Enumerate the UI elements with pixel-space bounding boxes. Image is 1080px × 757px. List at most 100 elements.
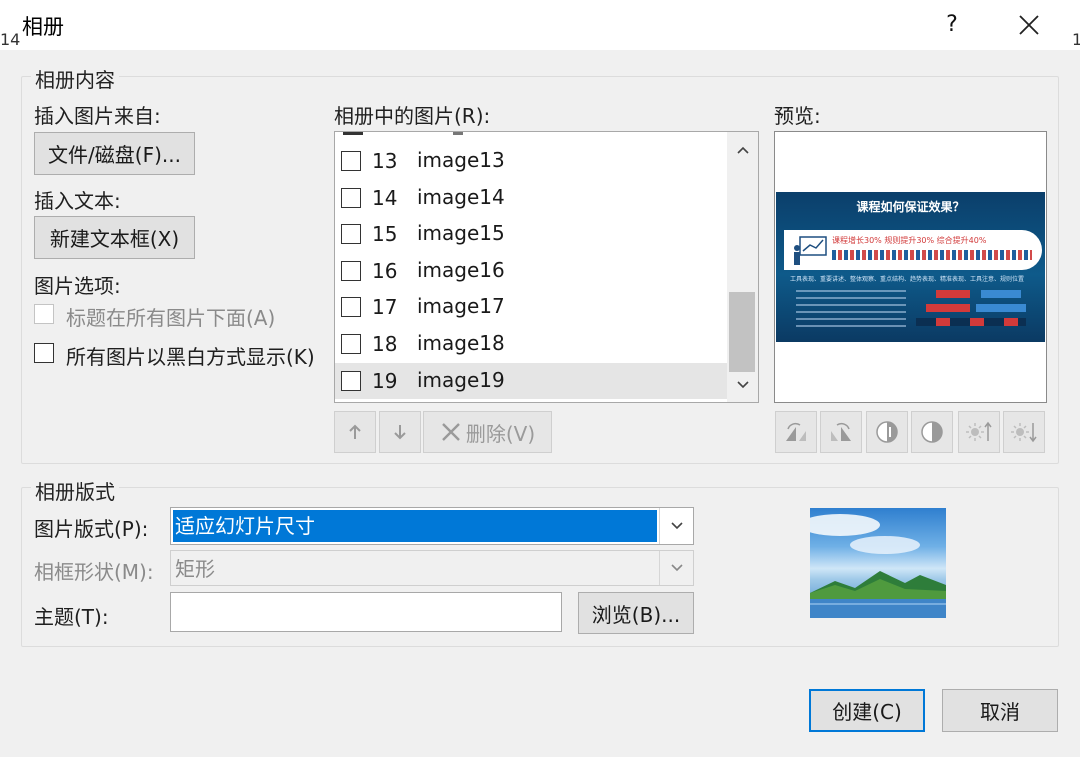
picture-checkbox[interactable] bbox=[341, 224, 361, 244]
create-button[interactable]: 创建(C) bbox=[809, 689, 925, 732]
delete-button[interactable]: 删除(V) bbox=[423, 411, 552, 453]
rotate-left-icon bbox=[786, 422, 806, 441]
theme-input[interactable] bbox=[170, 592, 562, 632]
list-item[interactable]: 18 image18 bbox=[335, 326, 727, 362]
rotate-right-button[interactable] bbox=[820, 411, 862, 453]
chevron-down-icon[interactable] bbox=[659, 551, 693, 585]
caption-below-label: 标题在所有图片下面(A) bbox=[66, 306, 276, 330]
preview-tag bbox=[936, 290, 970, 298]
file-disk-button[interactable]: 文件/磁盘(F)... bbox=[34, 132, 195, 175]
preview-progress-bar bbox=[832, 250, 1032, 260]
picture-name: image19 bbox=[417, 368, 505, 392]
preview-tag-row bbox=[916, 318, 1026, 326]
chart-person-icon bbox=[794, 236, 827, 265]
move-up-button[interactable] bbox=[334, 411, 376, 453]
list-item[interactable]: 15 image15 bbox=[335, 216, 727, 252]
chevron-down-icon[interactable] bbox=[659, 508, 693, 544]
picture-name: image13 bbox=[417, 148, 505, 172]
frame-shape-value: 矩形 bbox=[175, 557, 215, 581]
picture-number: 18 bbox=[372, 332, 398, 356]
picture-checkbox[interactable] bbox=[341, 297, 361, 317]
list-item[interactable]: 14 image14 bbox=[335, 180, 727, 216]
picture-name: image14 bbox=[417, 185, 505, 209]
picture-checkbox[interactable] bbox=[341, 334, 361, 354]
contrast-down-icon bbox=[921, 421, 943, 443]
picture-number: 14 bbox=[372, 186, 398, 210]
rotate-right-icon bbox=[831, 422, 851, 441]
delete-label: 删除(V) bbox=[465, 421, 536, 446]
arrow-down-icon bbox=[394, 425, 406, 440]
album-content-label: 相册内容 bbox=[31, 64, 119, 93]
list-item[interactable]: 16 image16 bbox=[335, 253, 727, 289]
picture-layout-value: 适应幻灯片尺寸 bbox=[173, 510, 657, 542]
picture-checkbox[interactable] bbox=[341, 261, 361, 281]
increase-brightness-button[interactable] bbox=[958, 411, 1000, 453]
preview-tag bbox=[981, 290, 1021, 298]
insert-text-label: 插入文本: bbox=[34, 189, 121, 213]
new-textbox-button[interactable]: 新建文本框(X) bbox=[34, 216, 195, 259]
cancel-button[interactable]: 取消 bbox=[942, 689, 1058, 732]
picture-name: image18 bbox=[417, 331, 505, 355]
thumbnail-cloud bbox=[850, 536, 920, 554]
picture-checkbox[interactable] bbox=[341, 151, 361, 171]
decrease-brightness-button[interactable] bbox=[1003, 411, 1045, 453]
picture-number: 17 bbox=[372, 295, 398, 319]
picture-number: 19 bbox=[372, 369, 398, 393]
picture-name: image16 bbox=[417, 258, 505, 282]
list-item[interactable]: 13 image13 bbox=[335, 143, 727, 179]
preview-stat-text: 课程增长30% 规则提升30% 综合提升40% bbox=[832, 236, 987, 245]
picture-number: 15 bbox=[372, 222, 398, 246]
insert-picture-from-label: 插入图片来自: bbox=[34, 104, 161, 128]
dialog-title: 相册 bbox=[22, 15, 64, 39]
preview-slide: 课程如何保证效果？ 课程增长30% 规则提升30% 综合提升40% 工具表现、重… bbox=[776, 192, 1045, 342]
list-item-selected[interactable]: 19 image19 bbox=[335, 363, 727, 399]
title-bar: 14 相册 ? 1 bbox=[0, 0, 1080, 50]
move-down-button[interactable] bbox=[379, 411, 421, 453]
background-edge-text: 14 bbox=[0, 30, 21, 49]
partial-row-text bbox=[453, 132, 463, 135]
black-white-checkbox[interactable] bbox=[34, 343, 54, 363]
preview-tag bbox=[976, 304, 1026, 312]
frame-shape-label: 相框形状(M): bbox=[34, 560, 154, 584]
preview-row-text: 工具表现、重要讲述、整体观察、重点结构、趋势表现、精准表现、工具注意、规则位置 bbox=[790, 276, 1025, 283]
album-layout-label: 相册版式 bbox=[31, 476, 119, 505]
thumbnail-cloud bbox=[810, 514, 880, 536]
increase-contrast-button[interactable] bbox=[866, 411, 908, 453]
decrease-contrast-button[interactable] bbox=[911, 411, 953, 453]
frame-shape-dropdown[interactable]: 矩形 bbox=[170, 550, 694, 586]
mountain-landscape-icon bbox=[810, 571, 946, 618]
picture-checkbox[interactable] bbox=[341, 188, 361, 208]
preview-text-lines bbox=[796, 290, 906, 330]
list-item[interactable]: 17 image17 bbox=[335, 289, 727, 325]
picture-layout-dropdown[interactable]: 适应幻灯片尺寸 bbox=[170, 507, 694, 545]
delete-x-icon bbox=[441, 423, 460, 441]
picture-name: image17 bbox=[417, 294, 505, 318]
preview-label: 预览: bbox=[774, 104, 821, 128]
picture-options-label: 图片选项: bbox=[34, 274, 121, 298]
help-button[interactable]: ? bbox=[930, 4, 974, 46]
picture-checkbox[interactable] bbox=[341, 371, 361, 391]
partial-row-checkbox bbox=[343, 132, 363, 135]
preview-tag bbox=[926, 304, 970, 312]
arrow-up-icon bbox=[349, 424, 361, 439]
browse-button[interactable]: 浏览(B)... bbox=[578, 592, 694, 634]
brightness-down-icon bbox=[1011, 423, 1037, 443]
picture-name: image15 bbox=[417, 221, 505, 245]
scroll-up-icon[interactable] bbox=[727, 142, 758, 158]
preview-slide-title: 课程如何保证效果？ bbox=[856, 200, 965, 214]
scroll-down-icon[interactable] bbox=[727, 377, 758, 393]
black-white-label: 所有图片以黑白方式显示(K) bbox=[66, 345, 315, 369]
close-icon[interactable] bbox=[1006, 4, 1052, 46]
pictures-in-album-label: 相册中的图片(R): bbox=[334, 104, 491, 128]
pictures-listbox[interactable]: 13 image13 14 image14 15 image15 16 imag… bbox=[334, 131, 759, 403]
contrast-up-icon bbox=[876, 421, 898, 443]
brightness-up-icon bbox=[966, 421, 992, 441]
picture-layout-label: 图片版式(P): bbox=[34, 517, 149, 541]
scroll-thumb[interactable] bbox=[729, 292, 755, 372]
caption-below-checkbox[interactable] bbox=[34, 304, 54, 324]
picture-number: 13 bbox=[372, 149, 398, 173]
preview-box: 课程如何保证效果？ 课程增长30% 规则提升30% 综合提升40% 工具表现、重… bbox=[774, 131, 1047, 403]
photo-album-dialog: 14 相册 ? 1 相册内容 插入图片来自: 文件/磁盘(F)... 插入文本:… bbox=[0, 0, 1080, 757]
rotate-left-button[interactable] bbox=[775, 411, 817, 453]
theme-label: 主题(T): bbox=[34, 605, 109, 629]
